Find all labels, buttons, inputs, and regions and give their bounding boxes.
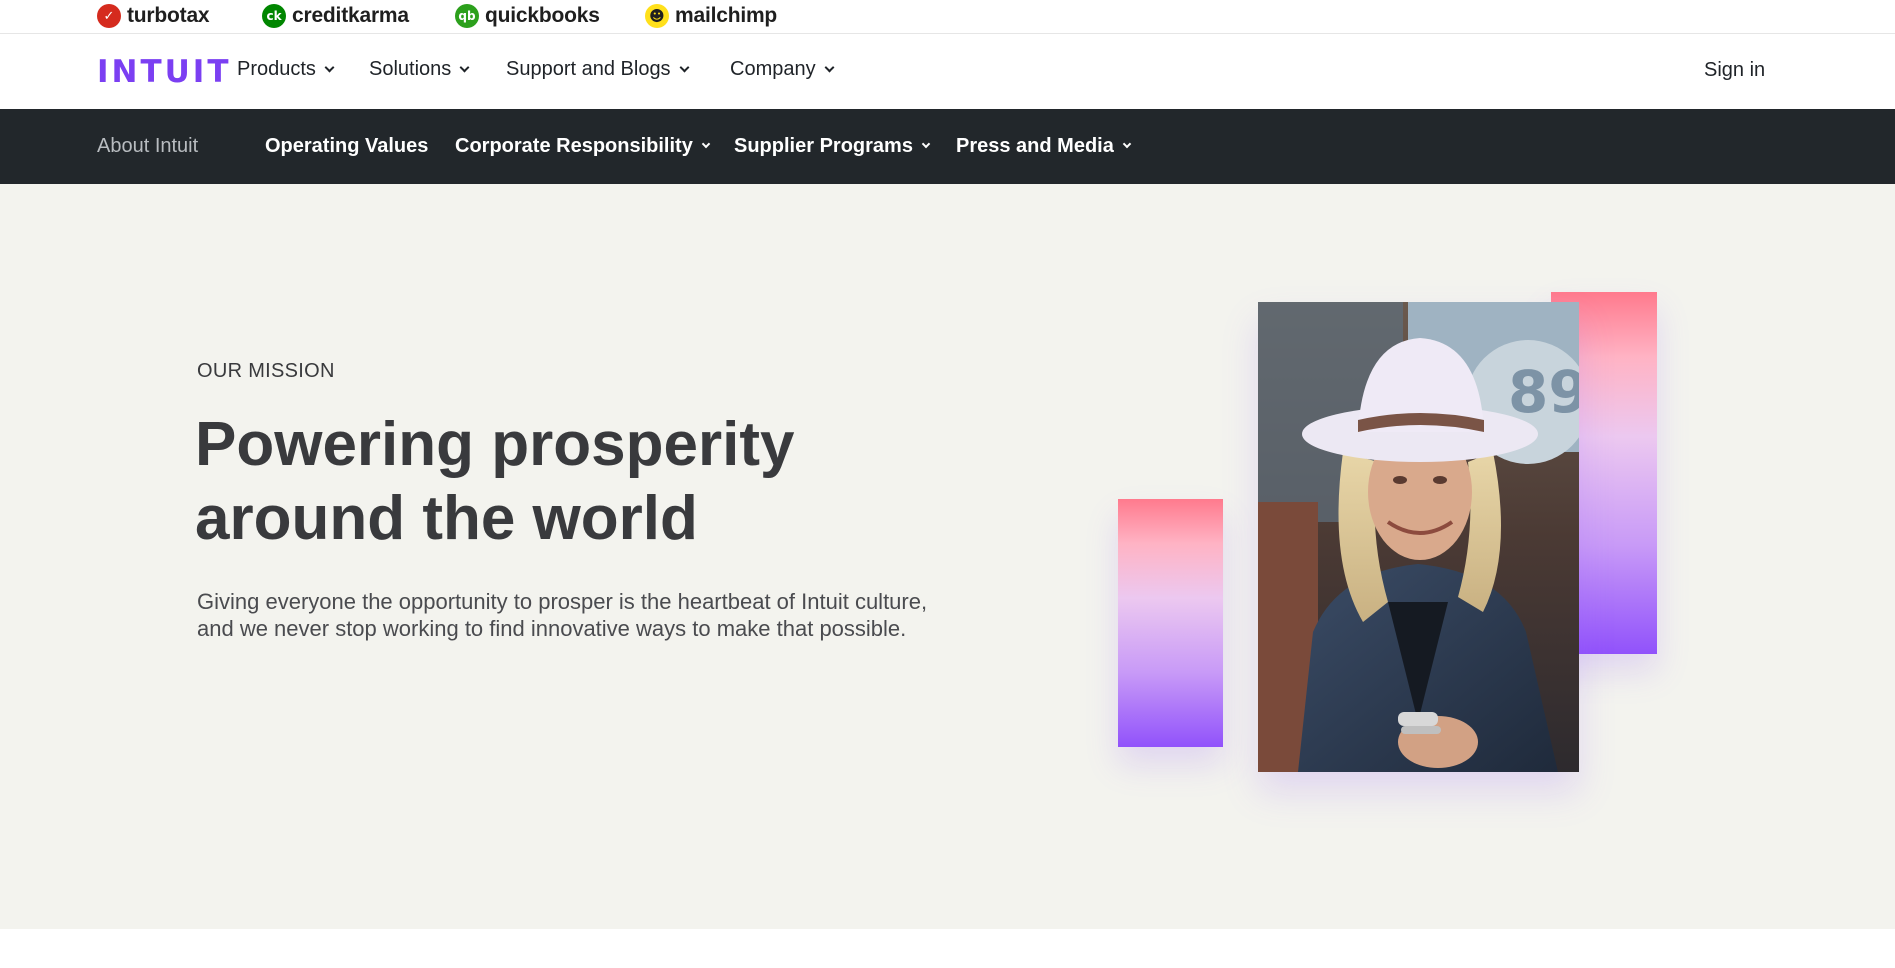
nav-label: Products <box>237 58 316 80</box>
nav-solutions[interactable]: Solutions <box>369 58 470 81</box>
hero-headline: Powering prosperity around the world <box>195 408 995 556</box>
hero-body-text: Giving everyone the opportunity to prosp… <box>197 589 928 641</box>
mission-hero: OUR MISSION Powering prosperity around t… <box>0 184 1895 929</box>
brand-name: creditkarma <box>292 4 409 27</box>
sub-navigation: About Intuit Operating Values Corporate … <box>0 109 1895 184</box>
chevron-down-icon <box>921 139 931 149</box>
sign-in-link[interactable]: Sign in <box>1704 59 1765 82</box>
subnav-corporate-responsibility[interactable]: Corporate Responsibility <box>455 135 711 158</box>
turbotax-check-icon: ✓ <box>97 4 121 28</box>
nav-label: Support and Blogs <box>506 58 671 80</box>
chevron-down-icon <box>1122 139 1132 149</box>
subnav-label: Supplier Programs <box>734 135 913 157</box>
brand-link-quickbooks[interactable]: qb quickbooks <box>455 2 600 30</box>
chevron-down-icon <box>701 139 711 149</box>
brand-bar: ✓ turbotax ck creditkarma qb quickbooks … <box>0 0 1895 34</box>
chevron-down-icon <box>459 62 470 72</box>
brand-link-mailchimp[interactable]: ☻ mailchimp <box>645 2 777 30</box>
brand-link-turbotax[interactable]: ✓ turbotax <box>97 2 210 30</box>
creditkarma-ck-icon: ck <box>262 4 286 28</box>
subnav-about-intuit[interactable]: About Intuit <box>97 135 198 158</box>
quickbooks-qb-icon: qb <box>455 4 479 28</box>
brand-name: turbotax <box>127 4 210 27</box>
nav-company[interactable]: Company <box>730 58 835 81</box>
woman-in-hat-photo: 89 <box>1258 302 1579 772</box>
subnav-supplier-programs[interactable]: Supplier Programs <box>734 135 931 158</box>
nav-label: Company <box>730 58 816 80</box>
intuit-logo[interactable]: INTUIT <box>97 54 231 90</box>
chevron-down-icon <box>324 62 335 72</box>
subnav-press-and-media[interactable]: Press and Media <box>956 135 1132 158</box>
headline-line-1: Powering prosperity <box>195 410 795 479</box>
svg-text:89: 89 <box>1508 358 1579 426</box>
hero-photo: 89 <box>1258 302 1579 772</box>
mailchimp-freddie-icon: ☻ <box>645 4 669 28</box>
nav-support-and-blogs[interactable]: Support and Blogs <box>506 58 690 81</box>
subnav-label: Corporate Responsibility <box>455 135 693 157</box>
nav-label: Solutions <box>369 58 452 80</box>
chevron-down-icon <box>679 62 690 72</box>
headline-line-2: around the world <box>195 484 698 553</box>
subnav-operating-values[interactable]: Operating Values <box>265 135 428 158</box>
brand-name: quickbooks <box>485 4 600 27</box>
brand-link-creditkarma[interactable]: ck creditkarma <box>262 2 409 30</box>
nav-products[interactable]: Products <box>237 58 335 81</box>
subnav-label: Operating Values <box>265 135 429 157</box>
decorative-gradient-bar-left <box>1118 499 1223 747</box>
chevron-down-icon <box>824 62 835 72</box>
mission-eyebrow: OUR MISSION <box>197 360 335 382</box>
subnav-label: Press and Media <box>956 135 1114 157</box>
brand-name: mailchimp <box>675 4 778 27</box>
main-navigation: INTUIT Products Solutions Support and Bl… <box>0 34 1895 109</box>
